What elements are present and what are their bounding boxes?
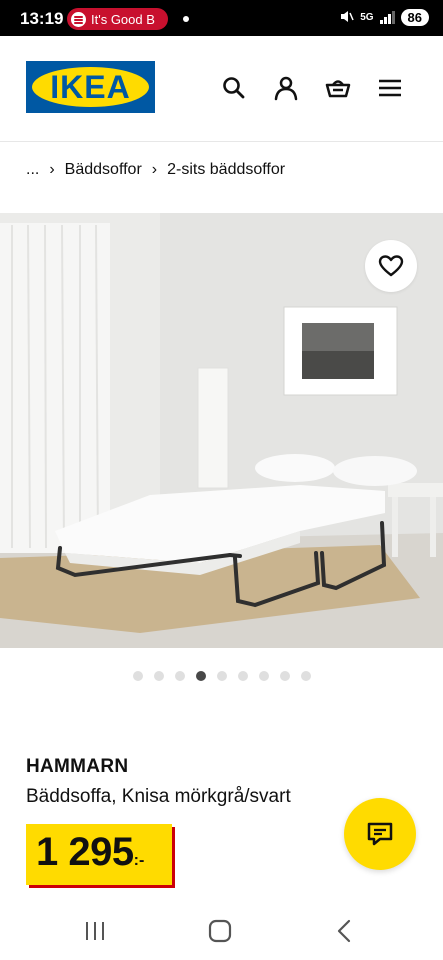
site-header: IKEA: [0, 36, 443, 142]
favourite-button[interactable]: [365, 240, 417, 292]
battery-indicator: 86: [400, 9, 429, 26]
carousel-dot[interactable]: [153, 671, 164, 681]
breadcrumb-ellipsis[interactable]: ...: [26, 161, 39, 179]
menu-icon[interactable]: [376, 74, 404, 102]
recent-apps-icon[interactable]: [84, 918, 112, 944]
carousel-dot[interactable]: [237, 671, 248, 681]
network-type: 5G: [360, 12, 374, 23]
carousel-dot[interactable]: [174, 671, 185, 681]
status-time: 13:19: [20, 9, 64, 28]
breadcrumb-item-2-sits[interactable]: 2-sits bäddsoffor: [167, 161, 285, 179]
mute-icon: [340, 10, 354, 26]
carousel-dot[interactable]: [132, 671, 143, 681]
breadcrumb: ... › Bäddsoffor › 2-sits bäddsoffor: [26, 161, 285, 179]
status-bar: 13:19 It's Good B 5G 86: [0, 0, 443, 36]
home-icon[interactable]: [207, 918, 235, 944]
back-icon[interactable]: [334, 918, 362, 944]
product-name: HAMMARN: [26, 756, 129, 777]
ikea-logo[interactable]: IKEA: [26, 61, 155, 113]
price-tag: 1 295 :-: [26, 824, 172, 885]
logo-text: IKEA: [50, 69, 131, 105]
carousel-dot[interactable]: [279, 671, 290, 681]
chat-button[interactable]: [344, 798, 416, 870]
search-icon[interactable]: [220, 74, 248, 102]
carousel-dot[interactable]: [216, 671, 227, 681]
chat-icon: [367, 822, 393, 846]
notification-dot-icon: [183, 16, 189, 22]
account-icon[interactable]: [272, 74, 300, 102]
media-notification-pill[interactable]: It's Good B: [67, 8, 168, 30]
chevron-right-icon: ›: [151, 161, 158, 178]
chevron-right-icon: ›: [49, 161, 55, 178]
carousel-dot[interactable]: [258, 671, 269, 681]
signal-icon: [379, 11, 395, 24]
basket-icon[interactable]: [324, 74, 352, 102]
price-suffix: :-: [133, 852, 145, 869]
price-integer: 1 295: [36, 830, 134, 874]
carousel-dot[interactable]: [195, 671, 206, 681]
spotify-icon: [71, 11, 86, 27]
product-description: Bäddsoffa, Knisa mörkgrå/svart: [26, 786, 291, 807]
heart-icon: [378, 255, 404, 277]
image-carousel-indicator: [0, 671, 443, 681]
system-navigation-bar: [0, 900, 443, 960]
breadcrumb-item-baddsoffor[interactable]: Bäddsoffor: [65, 161, 142, 179]
media-notification-text: It's Good B: [91, 11, 155, 27]
carousel-dot[interactable]: [300, 671, 311, 681]
status-indicators: 5G 86: [340, 9, 429, 26]
